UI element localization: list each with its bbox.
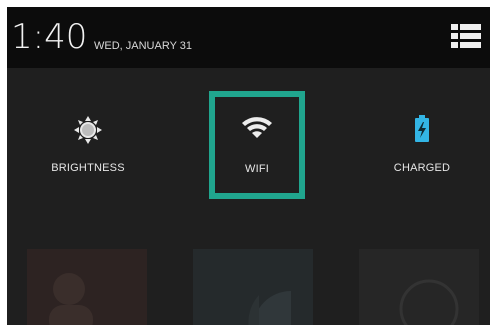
wifi-label: WIFI	[244, 163, 269, 175]
wifi-icon	[240, 114, 274, 145]
quick-settings-panel: 1:40 WED, JANUARY 31 BRIGHTNESS WIFI CHA…	[7, 7, 490, 325]
brightness-tile[interactable]: BRIGHTNESS	[27, 91, 149, 199]
battery-tile[interactable]: CHARGED	[363, 91, 481, 199]
battery-charging-icon	[414, 115, 430, 148]
wifi-tile[interactable]: WIFI	[209, 91, 305, 199]
charged-label: CHARGED	[393, 162, 451, 174]
list-menu-icon[interactable]	[449, 20, 483, 54]
brightness-icon	[73, 115, 103, 150]
clock-time: 1:40	[11, 17, 88, 57]
recent-app-thumbnail[interactable]	[359, 249, 479, 325]
recent-app-thumbnail[interactable]	[27, 249, 147, 325]
recent-app-thumbnail[interactable]	[193, 249, 313, 325]
clock-date: WED, JANUARY 31	[94, 40, 193, 52]
status-bar: 1:40 WED, JANUARY 31	[7, 7, 490, 68]
brightness-label: BRIGHTNESS	[51, 162, 125, 174]
